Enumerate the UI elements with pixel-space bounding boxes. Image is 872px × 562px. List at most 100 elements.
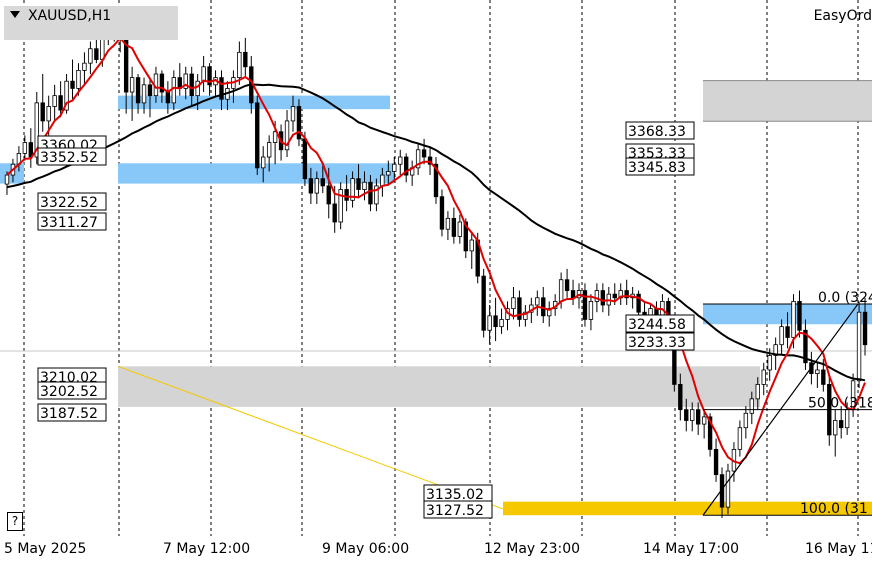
candle-body-82 <box>493 315 498 328</box>
candle-body-95 <box>570 290 576 299</box>
candle-body-70 <box>421 149 427 158</box>
candle-body-12 <box>76 69 81 89</box>
price-label-4: 3368.33 <box>628 124 686 140</box>
price-label-7: 3244.58 <box>628 317 686 333</box>
candle-body-121 <box>725 470 731 508</box>
candle-body-81 <box>487 315 492 331</box>
candle-body-124 <box>743 412 749 429</box>
candle-body-31 <box>189 73 194 97</box>
candle-body-97 <box>582 290 588 320</box>
candle-body-130 <box>779 326 784 346</box>
candle-body-27 <box>165 91 171 104</box>
candle-body-42 <box>255 102 260 169</box>
candle-body-14 <box>88 48 93 64</box>
candle-body-60 <box>362 181 367 190</box>
x-tick-3: 12 May 23:00 <box>484 541 580 557</box>
candle-body-65 <box>392 163 397 172</box>
candle-body-78 <box>469 239 474 252</box>
horizontal-levels <box>117 80 872 510</box>
zone-blue-upper <box>118 95 390 110</box>
candle-body-59 <box>356 178 361 190</box>
candle-body-127 <box>761 369 766 385</box>
candle-body-89 <box>535 297 540 306</box>
symbol-header[interactable]: XAUUSD,H1 <box>4 6 178 40</box>
candle-body-76 <box>457 221 463 237</box>
candle-body-50 <box>302 138 308 180</box>
time-axis: 5 May 2025 7 May 12:00 9 May 06:00 12 May 2… <box>4 541 872 557</box>
candle-body-86 <box>517 297 522 320</box>
candle-body-23 <box>141 84 147 104</box>
candle-body-40 <box>243 51 248 68</box>
candle-body-3 <box>22 142 28 154</box>
candle-body-114 <box>684 409 689 421</box>
x-tick-5: 16 May 11 <box>805 541 872 557</box>
candle-body-102 <box>612 293 617 299</box>
candle-body-53 <box>320 178 325 187</box>
candle-body-9 <box>58 95 63 111</box>
candle-body-141 <box>844 409 850 429</box>
candle-body-33 <box>201 66 206 82</box>
candle-body-61 <box>368 181 373 205</box>
candle-body-113 <box>678 384 683 411</box>
candle-body-126 <box>755 384 760 400</box>
price-label-10: 3202.52 <box>40 384 98 400</box>
candle-body-139 <box>833 420 838 436</box>
candle-body-0 <box>4 174 10 185</box>
candle-body-116 <box>695 409 701 425</box>
candle-body-24 <box>147 84 153 97</box>
x-tick-4: 14 May 17:00 <box>643 541 739 557</box>
candle-body-137 <box>821 369 826 385</box>
price-label-2: 3322.52 <box>40 195 98 211</box>
candle-body-117 <box>701 416 707 425</box>
x-tick-0: 5 May 2025 <box>4 541 86 557</box>
candle-body-80 <box>481 275 486 331</box>
candle-body-48 <box>290 106 296 122</box>
symbol-label: XAUUSD,H1 <box>28 8 112 24</box>
candle-body-28 <box>171 77 177 104</box>
candle-body-123 <box>737 427 743 450</box>
candle-body-119 <box>713 448 719 476</box>
price-label-6: 3345.83 <box>628 160 686 176</box>
candle-body-94 <box>564 279 570 291</box>
price-label-11: 3187.52 <box>40 406 98 422</box>
price-label-1: 3352.52 <box>40 150 98 166</box>
candle-body-39 <box>237 51 242 79</box>
candle-body-63 <box>380 174 385 187</box>
candle-body-144 <box>862 311 868 346</box>
candle-body-140 <box>838 420 844 429</box>
candle-body-22 <box>135 77 141 104</box>
zone-grey-upper <box>703 80 872 122</box>
zone-grey-lower <box>118 366 760 407</box>
candle-body-133 <box>797 300 802 331</box>
fib-label-0: 0.0 (324 <box>818 290 872 306</box>
candle-body-74 <box>445 217 451 230</box>
candle-body-54 <box>326 185 331 205</box>
candle-body-15 <box>94 48 99 60</box>
candle-body-115 <box>690 409 695 421</box>
candle-body-64 <box>386 171 391 176</box>
candle-body-75 <box>451 217 457 237</box>
price-label-8: 3233.33 <box>628 335 686 351</box>
price-label-3: 3311.27 <box>40 215 98 231</box>
candle-body-131 <box>785 326 790 338</box>
candle-body-125 <box>749 398 754 414</box>
candle-body-52 <box>314 178 320 194</box>
candle-body-132 <box>791 300 796 338</box>
candle-body-98 <box>588 300 594 320</box>
expert-advisor-label: EasyOrd <box>813 8 872 24</box>
candle-body-21 <box>129 77 135 93</box>
candle-body-57 <box>344 189 349 201</box>
fib-label-2: 100.0 (31 <box>800 501 868 517</box>
candle-body-136 <box>815 369 820 374</box>
help-button[interactable]: ? <box>7 512 23 531</box>
candle-body-6 <box>40 102 45 122</box>
candle-body-85 <box>511 297 516 310</box>
candle-body-55 <box>332 203 337 223</box>
x-tick-2: 9 May 06:00 <box>322 541 409 557</box>
price-chart[interactable]: 0.0 (32450.0 (318100.0 (31 3360.023352.5… <box>0 0 872 562</box>
candle-body-51 <box>308 178 314 194</box>
candle-body-8 <box>52 95 57 107</box>
candle-body-66 <box>398 156 403 165</box>
candle-body-143 <box>856 311 862 382</box>
dropdown-triangle-icon[interactable] <box>10 11 20 18</box>
